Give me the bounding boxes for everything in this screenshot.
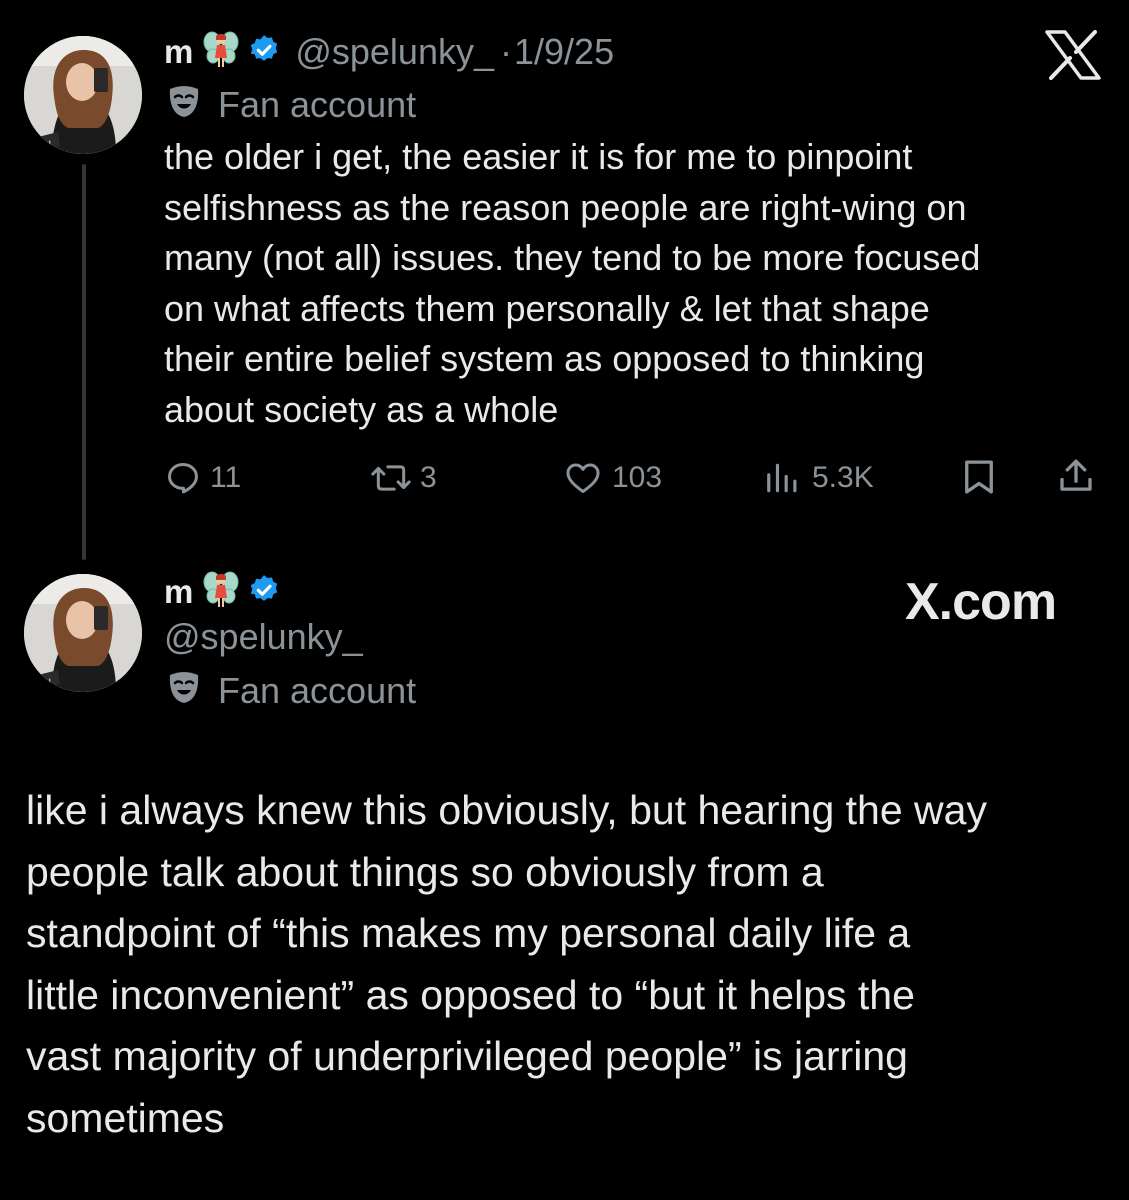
reply-avatar[interactable]: ɐ9l bbox=[24, 574, 142, 692]
reply-text-line: sometimes bbox=[26, 1094, 225, 1141]
tweet-text-line: the older i get, the easier it is for me… bbox=[164, 136, 913, 177]
tweet-text-line: about society as a whole bbox=[164, 388, 559, 430]
mask-icon bbox=[166, 83, 202, 128]
bookmark-icon[interactable] bbox=[958, 456, 1000, 503]
tweet-text-line: selfishness as the reason people are rig… bbox=[164, 186, 967, 228]
reply-text-line: standpoint of “this makes my personal da… bbox=[26, 910, 911, 956]
separator-dot: · bbox=[500, 31, 512, 72]
views-icon bbox=[767, 463, 797, 493]
avatar[interactable]: ɐ9l bbox=[24, 36, 142, 154]
reply-text-line: people talk about things so obviously fr… bbox=[26, 848, 824, 895]
svg-text:ɐ9l: ɐ9l bbox=[36, 678, 51, 689]
x-logo-icon[interactable] bbox=[1045, 30, 1101, 85]
tweet-date[interactable]: 1/9/25 bbox=[514, 31, 614, 73]
reply-header: m bbox=[164, 566, 281, 618]
fan-account-text: Fan account bbox=[218, 670, 417, 711]
reply-button[interactable]: 11 bbox=[164, 456, 241, 500]
verified-badge-icon bbox=[247, 573, 281, 612]
repost-icon bbox=[371, 465, 411, 491]
handle[interactable]: @spelunky_ bbox=[295, 31, 494, 73]
reply-icon bbox=[168, 463, 198, 494]
reply-text-line: like i always knew this obviously, but h… bbox=[26, 787, 987, 833]
avatar-photo: ɐ9l bbox=[24, 36, 142, 154]
fairy-emoji-icon bbox=[203, 570, 239, 615]
site-watermark: X.com bbox=[905, 573, 1057, 631]
svg-text:ɐ9l: ɐ9l bbox=[36, 140, 51, 151]
tweet-header: m @spelunky_ · 1/9/25 bbox=[164, 26, 614, 78]
reply-text-line: vast majority of underprivileged people”… bbox=[26, 1033, 908, 1079]
tweet-text: the older i get, the easier it is for me… bbox=[164, 132, 1114, 435]
reply-count: 11 bbox=[210, 461, 242, 494]
tweet-text-line: on what affects them personally & let th… bbox=[164, 287, 930, 329]
like-count: 103 bbox=[612, 461, 663, 494]
views-button[interactable]: 5.3K bbox=[762, 456, 874, 500]
avatar-photo: ɐ9l bbox=[24, 574, 142, 692]
repost-count: 3 bbox=[420, 461, 437, 494]
tweet-text-line: many (not all) issues. they tend to be m… bbox=[164, 237, 981, 278]
reply-handle[interactable]: @spelunky_ bbox=[164, 616, 363, 658]
like-button[interactable]: 103 bbox=[562, 456, 662, 500]
verified-badge-icon bbox=[247, 33, 281, 72]
repost-button[interactable]: 3 bbox=[370, 456, 437, 500]
fairy-emoji-icon bbox=[203, 30, 239, 75]
tweet-text-line: their entire belief system as opposed to… bbox=[164, 338, 925, 379]
fan-account-text: Fan account bbox=[218, 84, 417, 125]
reply-text: like i always knew this obviously, but h… bbox=[26, 780, 1116, 1149]
fan-account-label: Fan account bbox=[166, 80, 416, 130]
share-icon[interactable] bbox=[1055, 454, 1097, 503]
views-count: 5.3K bbox=[812, 461, 874, 494]
fan-account-label: Fan account bbox=[166, 666, 416, 716]
thread-connector-line bbox=[82, 164, 86, 560]
reply-text-line: little inconvenient” as opposed to “but … bbox=[26, 971, 915, 1018]
display-name[interactable]: m bbox=[164, 573, 193, 611]
like-icon bbox=[566, 463, 600, 493]
mask-icon bbox=[166, 669, 202, 714]
display-name[interactable]: m bbox=[164, 33, 193, 71]
